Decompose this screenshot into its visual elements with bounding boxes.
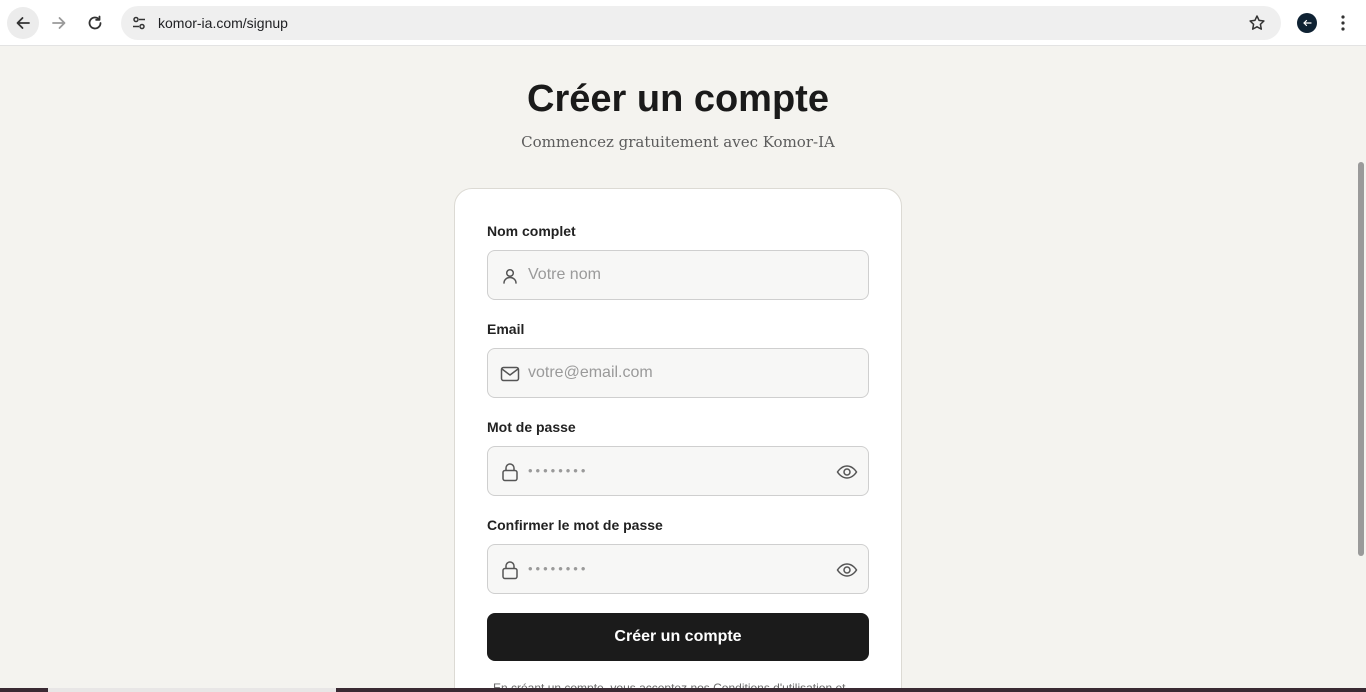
- profile-button[interactable]: [1297, 13, 1317, 33]
- taskbar-segment: [48, 688, 336, 692]
- profile-avatar-icon: [1303, 19, 1312, 27]
- eye-icon: [836, 563, 858, 577]
- password-input[interactable]: [528, 447, 828, 495]
- url-text[interactable]: komor-ia.com/signup: [158, 15, 288, 31]
- password-field[interactable]: [487, 446, 869, 496]
- email-input[interactable]: [528, 349, 828, 397]
- show-password-button[interactable]: [836, 461, 858, 483]
- arrow-left-icon: [16, 17, 30, 29]
- email-label: Email: [487, 321, 525, 337]
- name-field[interactable]: [487, 250, 869, 300]
- page-scrollbar[interactable]: [1356, 46, 1366, 692]
- scrollbar-thumb[interactable]: [1358, 162, 1364, 556]
- lock-icon: [500, 560, 520, 580]
- site-info-button[interactable]: [129, 13, 149, 33]
- password-label: Mot de passe: [487, 419, 576, 435]
- name-label: Nom complet: [487, 223, 576, 239]
- show-confirm-password-button[interactable]: [836, 559, 858, 581]
- bookmark-button[interactable]: [1247, 13, 1267, 33]
- name-input[interactable]: [528, 251, 828, 299]
- reload-button[interactable]: [79, 7, 111, 39]
- star-icon: [1249, 15, 1265, 30]
- signup-card: Nom complet Email Mot de passe Confirmer…: [454, 188, 902, 692]
- arrow-right-icon: [52, 17, 66, 29]
- browser-menu-button[interactable]: [1334, 11, 1352, 35]
- back-button[interactable]: [7, 7, 39, 39]
- page-subtitle: Commencez gratuitement avec Komor-IA: [521, 133, 835, 151]
- mail-icon: [500, 364, 520, 384]
- page-title: Créer un compte: [527, 78, 829, 120]
- tune-icon: [133, 16, 145, 30]
- confirm-password-input[interactable]: [528, 545, 828, 593]
- confirm-password-label: Confirmer le mot de passe: [487, 517, 663, 533]
- confirm-password-field[interactable]: [487, 544, 869, 594]
- user-icon: [500, 266, 520, 286]
- create-account-button[interactable]: Créer un compte: [487, 613, 869, 661]
- forward-button[interactable]: [43, 7, 75, 39]
- browser-toolbar: komor-ia.com/signup: [0, 0, 1366, 46]
- kebab-menu-icon: [1341, 15, 1345, 31]
- taskbar-strip: [0, 688, 1366, 692]
- email-field[interactable]: [487, 348, 869, 398]
- eye-icon: [836, 465, 858, 479]
- address-bar[interactable]: komor-ia.com/signup: [121, 6, 1281, 40]
- reload-icon: [88, 15, 102, 30]
- lock-icon: [500, 462, 520, 482]
